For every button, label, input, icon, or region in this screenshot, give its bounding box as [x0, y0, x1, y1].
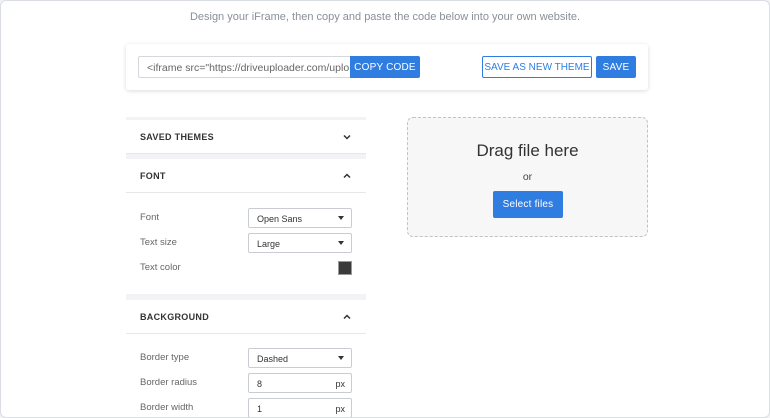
- border-type-select-value: Dashed: [257, 354, 289, 364]
- font-row: Font Open Sans: [140, 208, 352, 228]
- text-size-label: Text size: [140, 237, 177, 248]
- drop-zone-or: or: [522, 171, 533, 183]
- border-radius-label: Border radius: [140, 377, 198, 388]
- border-width-input[interactable]: 1 px: [248, 398, 352, 417]
- copy-code-button[interactable]: COPY CODE: [350, 56, 420, 78]
- save-as-new-theme-button[interactable]: SAVE AS NEW THEME: [482, 56, 592, 78]
- text-size-select[interactable]: Large: [248, 233, 352, 253]
- upload-drop-zone[interactable]: Drag file here or Select files: [407, 117, 648, 237]
- font-section-body: Font Open Sans Text size Large Text colo…: [126, 193, 366, 294]
- font-select-value: Open Sans: [257, 214, 303, 224]
- save-button[interactable]: SAVE: [596, 56, 636, 78]
- chevron-up-icon[interactable]: [342, 171, 352, 181]
- embed-code-field[interactable]: <iframe src="https://driveuploader.com/u…: [138, 56, 350, 78]
- caret-down-icon: [338, 241, 344, 245]
- border-radius-unit: px: [335, 379, 345, 389]
- text-color-swatch[interactable]: [338, 261, 352, 275]
- border-radius-row: Border radius 8 px: [140, 373, 352, 393]
- background-section-body: Border type Dashed Border radius 8 px Bo…: [126, 334, 366, 417]
- border-width-row: Border width 1 px: [140, 398, 352, 417]
- app-window: Design your iFrame, then copy and paste …: [0, 0, 770, 418]
- border-radius-value: 8: [257, 379, 263, 389]
- font-section-header[interactable]: FONT: [126, 159, 366, 193]
- border-type-select[interactable]: Dashed: [248, 348, 352, 368]
- background-section-title: BACKGROUND: [140, 311, 209, 322]
- drop-zone-title: Drag file here: [476, 141, 579, 160]
- chevron-up-icon[interactable]: [342, 312, 352, 322]
- font-section-title: FONT: [140, 170, 166, 181]
- text-size-select-value: Large: [257, 239, 281, 249]
- text-size-row: Text size Large: [140, 233, 352, 253]
- border-width-label: Border width: [140, 402, 194, 413]
- caret-down-icon: [338, 216, 344, 220]
- font-label: Font: [140, 212, 160, 223]
- border-type-label: Border type: [140, 352, 190, 363]
- border-type-row: Border type Dashed: [140, 348, 352, 368]
- text-color-label: Text color: [140, 262, 181, 273]
- select-files-button[interactable]: Select files: [493, 191, 563, 218]
- saved-themes-header[interactable]: SAVED THEMES: [126, 120, 366, 154]
- embed-code-bar: <iframe src="https://driveuploader.com/u…: [126, 44, 648, 90]
- caret-down-icon: [338, 356, 344, 360]
- saved-themes-title: SAVED THEMES: [140, 131, 214, 142]
- font-select[interactable]: Open Sans: [248, 208, 352, 228]
- settings-panel: SAVED THEMES FONT Font Open Sans Text si…: [126, 117, 366, 417]
- background-section-header[interactable]: BACKGROUND: [126, 300, 366, 334]
- border-width-value: 1: [257, 404, 263, 414]
- border-width-unit: px: [335, 404, 345, 414]
- intro-text: Design your iFrame, then copy and paste …: [189, 11, 581, 23]
- chevron-down-icon[interactable]: [342, 132, 352, 142]
- text-color-row: Text color: [140, 258, 352, 278]
- border-radius-input[interactable]: 8 px: [248, 373, 352, 393]
